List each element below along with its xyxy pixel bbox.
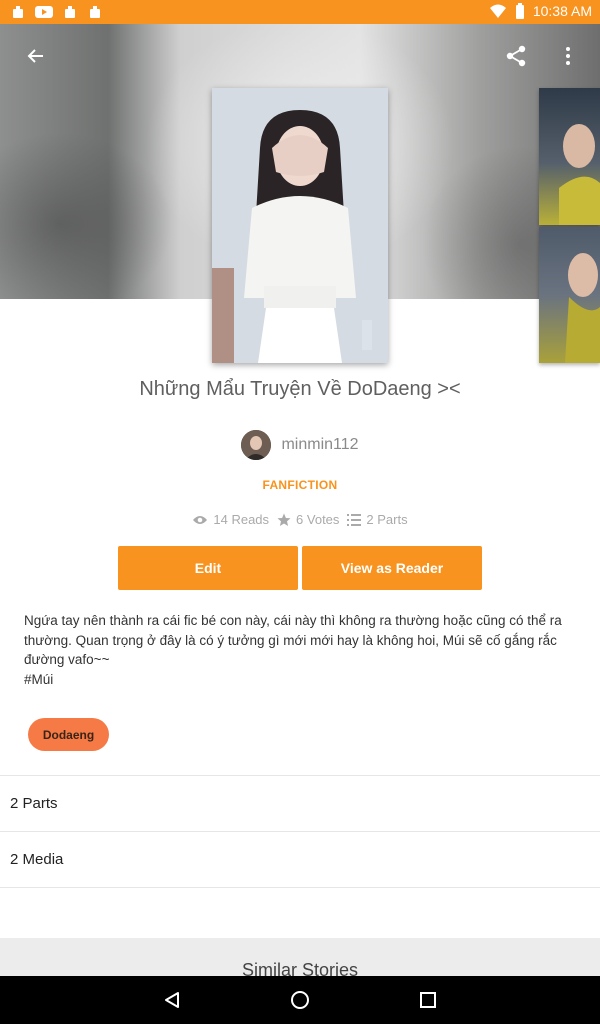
- share-button[interactable]: [498, 38, 534, 74]
- votes-count: 6 Votes: [296, 512, 340, 527]
- parts-stat: 2 Parts: [347, 512, 408, 527]
- more-options-button[interactable]: [550, 38, 586, 74]
- notification-icon: [13, 6, 23, 18]
- nav-back-button[interactable]: [158, 986, 186, 1014]
- description-line: thường. Quan trọng ở đây là có ý tưởng g…: [24, 632, 557, 648]
- nav-home-button[interactable]: [286, 986, 314, 1014]
- youtube-icon: [35, 6, 53, 18]
- side-cover-image-1[interactable]: [539, 88, 600, 225]
- media-section-row[interactable]: 2 Media: [0, 831, 600, 888]
- story-cover-image[interactable]: [212, 88, 388, 363]
- author-row[interactable]: minmin112: [0, 430, 600, 460]
- eye-icon: [193, 515, 208, 524]
- reads-count: 14 Reads: [213, 512, 270, 527]
- back-arrow-icon: [27, 49, 43, 63]
- battery-icon: [515, 3, 524, 19]
- back-button[interactable]: [18, 38, 54, 74]
- notification-icon: [90, 6, 100, 18]
- wifi-icon: [489, 4, 506, 18]
- more-vert-icon: [566, 47, 570, 65]
- description-line: Ngứa tay nên thành ra cái fic bé con này…: [24, 613, 562, 628]
- parts-count: 2 Parts: [366, 512, 408, 527]
- parts-section-label: 2 Parts: [10, 795, 58, 812]
- story-title: Những Mẩu Truyện Về DoDaeng ><: [139, 378, 461, 400]
- status-bar: 10:38 AM: [0, 0, 600, 24]
- avatar-image: [241, 430, 272, 460]
- star-icon: [277, 513, 291, 526]
- edit-button[interactable]: Edit: [118, 546, 298, 590]
- share-icon: [506, 45, 526, 67]
- author-name[interactable]: minmin112: [281, 436, 358, 454]
- home-circle-icon: [291, 991, 309, 1009]
- tag-chip-dodaeng[interactable]: Dodaeng: [28, 718, 109, 751]
- recents-square-icon: [420, 992, 436, 1008]
- story-category[interactable]: FANFICTION: [0, 478, 600, 492]
- status-time: 10:38 AM: [532, 3, 592, 19]
- back-triangle-icon: [165, 992, 179, 1008]
- story-stats: 14 Reads 6 Votes 2 Parts: [0, 512, 600, 527]
- nav-recents-button[interactable]: [414, 986, 442, 1014]
- parts-section-row[interactable]: 2 Parts: [0, 775, 600, 831]
- list-icon: [347, 513, 362, 526]
- similar-stories-section: Similar Stories: [0, 938, 600, 978]
- notification-icon: [65, 6, 75, 18]
- description-line: #Múi: [24, 671, 54, 687]
- side-cover-photo-1: [559, 124, 600, 225]
- votes-stat: 6 Votes: [277, 512, 339, 527]
- cover-photo: [212, 88, 388, 363]
- story-description: Ngứa tay nên thành ra cái fic bé con này…: [24, 611, 580, 689]
- system-nav-bar: [0, 976, 600, 1024]
- avatar[interactable]: [241, 430, 272, 460]
- view-as-reader-button[interactable]: View as Reader: [302, 546, 482, 590]
- side-cover-image-2[interactable]: [539, 227, 600, 363]
- description-line: đường vafo~~: [24, 652, 110, 667]
- side-cover-photo-2: [565, 253, 600, 363]
- status-left-icons: [10, 4, 103, 20]
- status-right-icons: 10:38 AM: [489, 3, 592, 19]
- reads-stat: 14 Reads: [192, 512, 269, 527]
- media-section-label: 2 Media: [10, 851, 64, 868]
